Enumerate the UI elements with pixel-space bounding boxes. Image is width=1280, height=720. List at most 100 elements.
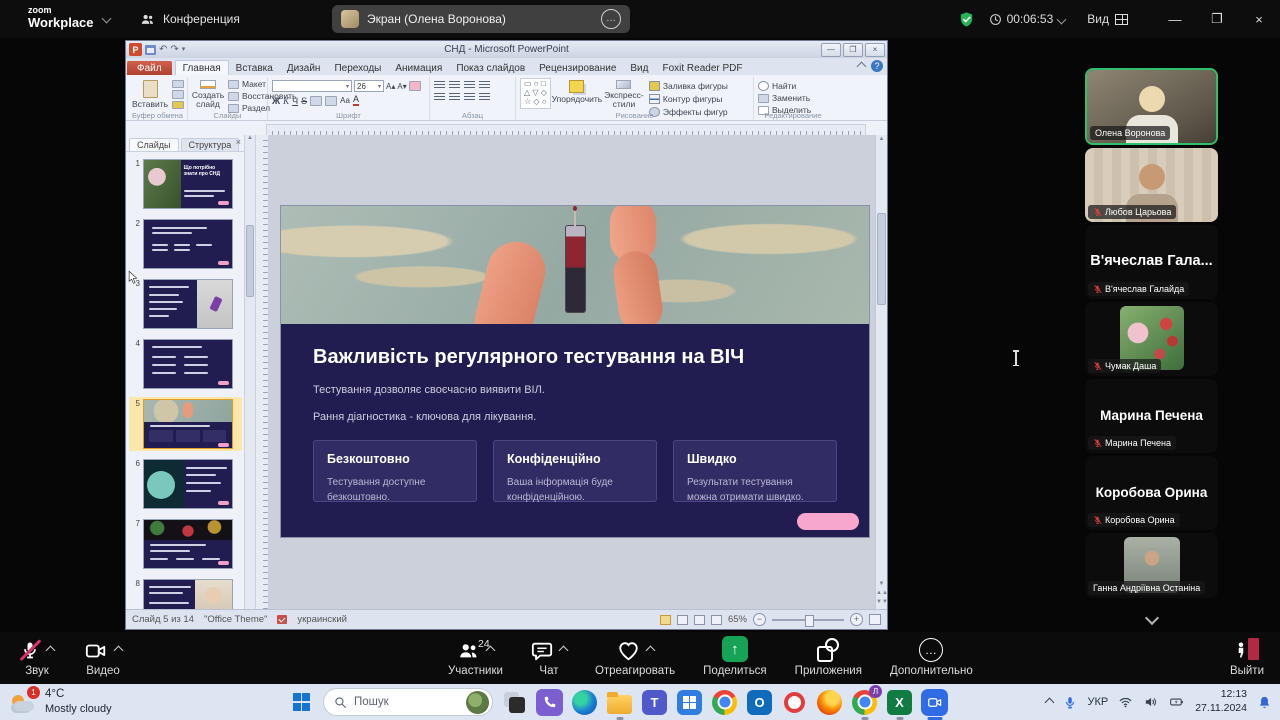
participant-tile-vyacheslav[interactable]: В'ячеслав Гала... В'ячеслав Галайда [1085,225,1218,299]
indent-decrease-icon[interactable] [464,81,475,89]
scroll-up-icon[interactable]: ▲ [879,136,885,142]
file-explorer-icon[interactable] [606,689,633,716]
font-size-combo[interactable]: 26▾ [354,80,384,92]
panel-scrollbar[interactable]: ▲ [244,135,256,609]
slide-thumbnail-3[interactable]: 3 [129,277,242,331]
underline-button[interactable]: Ч [292,96,298,106]
start-button[interactable] [288,689,315,716]
excel-icon[interactable]: X [886,689,913,716]
reactions-options-chevron[interactable] [645,646,655,656]
undo-icon[interactable]: ↶ [159,45,167,55]
replace-button[interactable]: Заменить [758,94,811,103]
slideshow-view-icon[interactable] [711,615,722,625]
video-button[interactable]: Видео [84,637,122,677]
task-view-button[interactable] [501,689,528,716]
align-center-icon[interactable] [449,93,460,101]
arrange-button[interactable]: Упорядочить [555,78,599,109]
audio-button[interactable]: Звук [20,637,54,677]
zoom-slider-thumb[interactable] [805,615,814,627]
tab-review[interactable]: Рецензирование [532,61,623,75]
chat-button[interactable]: Чат [531,637,567,677]
find-button[interactable]: Найти [758,81,811,91]
clear-formatting-icon[interactable] [409,81,421,91]
shape-fill-button[interactable]: Заливка фигуры [649,81,728,91]
shapes-gallery[interactable]: ▭ ○ □ △ ▽ ◇ ☆ ◇ ○ [520,78,551,109]
format-painter-icon[interactable] [172,101,184,109]
previous-slide-icon[interactable]: ▲▲ [876,590,888,596]
scroll-up-icon[interactable]: ▲ [247,135,253,141]
tab-file[interactable]: Файл [127,61,172,75]
clock[interactable]: 12:13 27.11.2024 [1195,688,1247,715]
chevron-down-icon[interactable] [102,14,112,24]
viber-icon[interactable] [536,689,563,716]
strikethrough-button[interactable]: S [301,96,307,106]
bold-button[interactable]: Ж [272,96,280,106]
scrollbar-thumb[interactable] [246,225,254,297]
new-slide-button[interactable]: Создать слайд [192,78,224,109]
tab-view[interactable]: Вид [623,61,655,75]
shrink-font-button[interactable]: A▾ [397,82,406,91]
slide-thumbnail-7[interactable]: 7 [129,517,242,571]
participant-tile-maryna[interactable]: Марина Печена Марина Печена [1085,379,1218,453]
ppt-minimize-button[interactable]: — [821,43,841,57]
participant-tile-orina[interactable]: Коробова Орина Коробова Орина [1085,456,1218,530]
help-icon[interactable]: ? [871,60,883,72]
view-button[interactable]: Вид [1087,12,1128,26]
participant-tile-olena[interactable]: Олена Воронова [1085,68,1218,145]
video-options-chevron[interactable] [114,646,124,656]
search-box[interactable]: Пошук [323,688,493,716]
ppt-close-button[interactable]: × [865,43,885,57]
chrome-icon[interactable] [711,689,738,716]
restore-button[interactable]: ❐ [1196,0,1238,38]
security-shield-icon[interactable] [958,10,975,29]
chat-options-chevron[interactable] [559,646,569,656]
battery-icon[interactable] [1168,695,1185,709]
weather-widget[interactable]: 1 4°C Mostly cloudy [10,687,112,716]
meeting-timer[interactable]: 00:06:53 [989,12,1066,26]
tab-outline-panel[interactable]: Структура [181,138,240,151]
reading-view-icon[interactable] [694,615,705,625]
more-participants-button[interactable] [1147,610,1157,628]
slide-thumbnail-6[interactable]: 6 [129,457,242,511]
normal-view-icon[interactable] [660,615,671,625]
tab-meeting[interactable]: Конференция [140,0,240,38]
audio-options-chevron[interactable] [46,646,56,656]
quick-styles-button[interactable]: Экспресс-стили [603,78,645,109]
slide-thumbnail-5-selected[interactable]: 5 [129,397,242,451]
paste-button[interactable]: Вставить [132,78,168,109]
align-left-icon[interactable] [434,93,445,101]
participant-tile-lubov[interactable]: Любов Царьова [1085,148,1218,222]
slide-canvas[interactable]: Важливість регулярного тестування на ВІЧ… [281,206,869,537]
tab-transitions[interactable]: Переходы [327,61,388,75]
italic-button[interactable]: К [283,96,289,106]
tab-design[interactable]: Дизайн [280,61,328,75]
opera-icon[interactable] [781,689,808,716]
participants-button[interactable]: 24 Участники [448,637,503,677]
change-case-button[interactable]: Aa [340,96,350,105]
slide-thumbnail-4[interactable]: 4 [129,337,242,391]
participant-tile-dasha[interactable]: Чумак Даша [1085,302,1218,376]
tab-insert[interactable]: Вставка [229,61,280,75]
apps-button[interactable]: Приложения [795,637,862,677]
more-options-icon[interactable]: … [601,9,621,29]
justify-icon[interactable] [479,93,490,101]
outlook-icon[interactable]: O [746,689,773,716]
hidden-icons-chevron[interactable] [1045,697,1055,707]
font-color-button[interactable]: A [353,95,359,106]
slide-thumbnail-2[interactable]: 2 [129,217,242,271]
slide-thumbnail-1[interactable]: 1 Що потрібно знати про СНД [129,157,242,211]
tab-slideshow[interactable]: Показ слайдов [449,61,532,75]
next-slide-icon[interactable]: ▼▼ [876,599,888,605]
tab-home[interactable]: Главная [175,60,229,75]
collapse-ribbon-icon[interactable] [857,61,867,71]
spellcheck-icon[interactable] [277,615,287,624]
bullets-icon[interactable] [434,81,445,89]
zoom-out-button[interactable]: − [753,613,766,626]
save-icon[interactable] [145,45,156,55]
microsoft-store-icon[interactable] [676,689,703,716]
close-button[interactable]: × [1238,0,1280,38]
tab-slides-panel[interactable]: Слайды [129,138,179,151]
tab-foxit[interactable]: Foxit Reader PDF [655,61,749,75]
tab-shared-screen[interactable]: Экран (Олена Воронова) … [332,5,630,33]
scroll-down-icon[interactable]: ▼ [879,581,885,587]
